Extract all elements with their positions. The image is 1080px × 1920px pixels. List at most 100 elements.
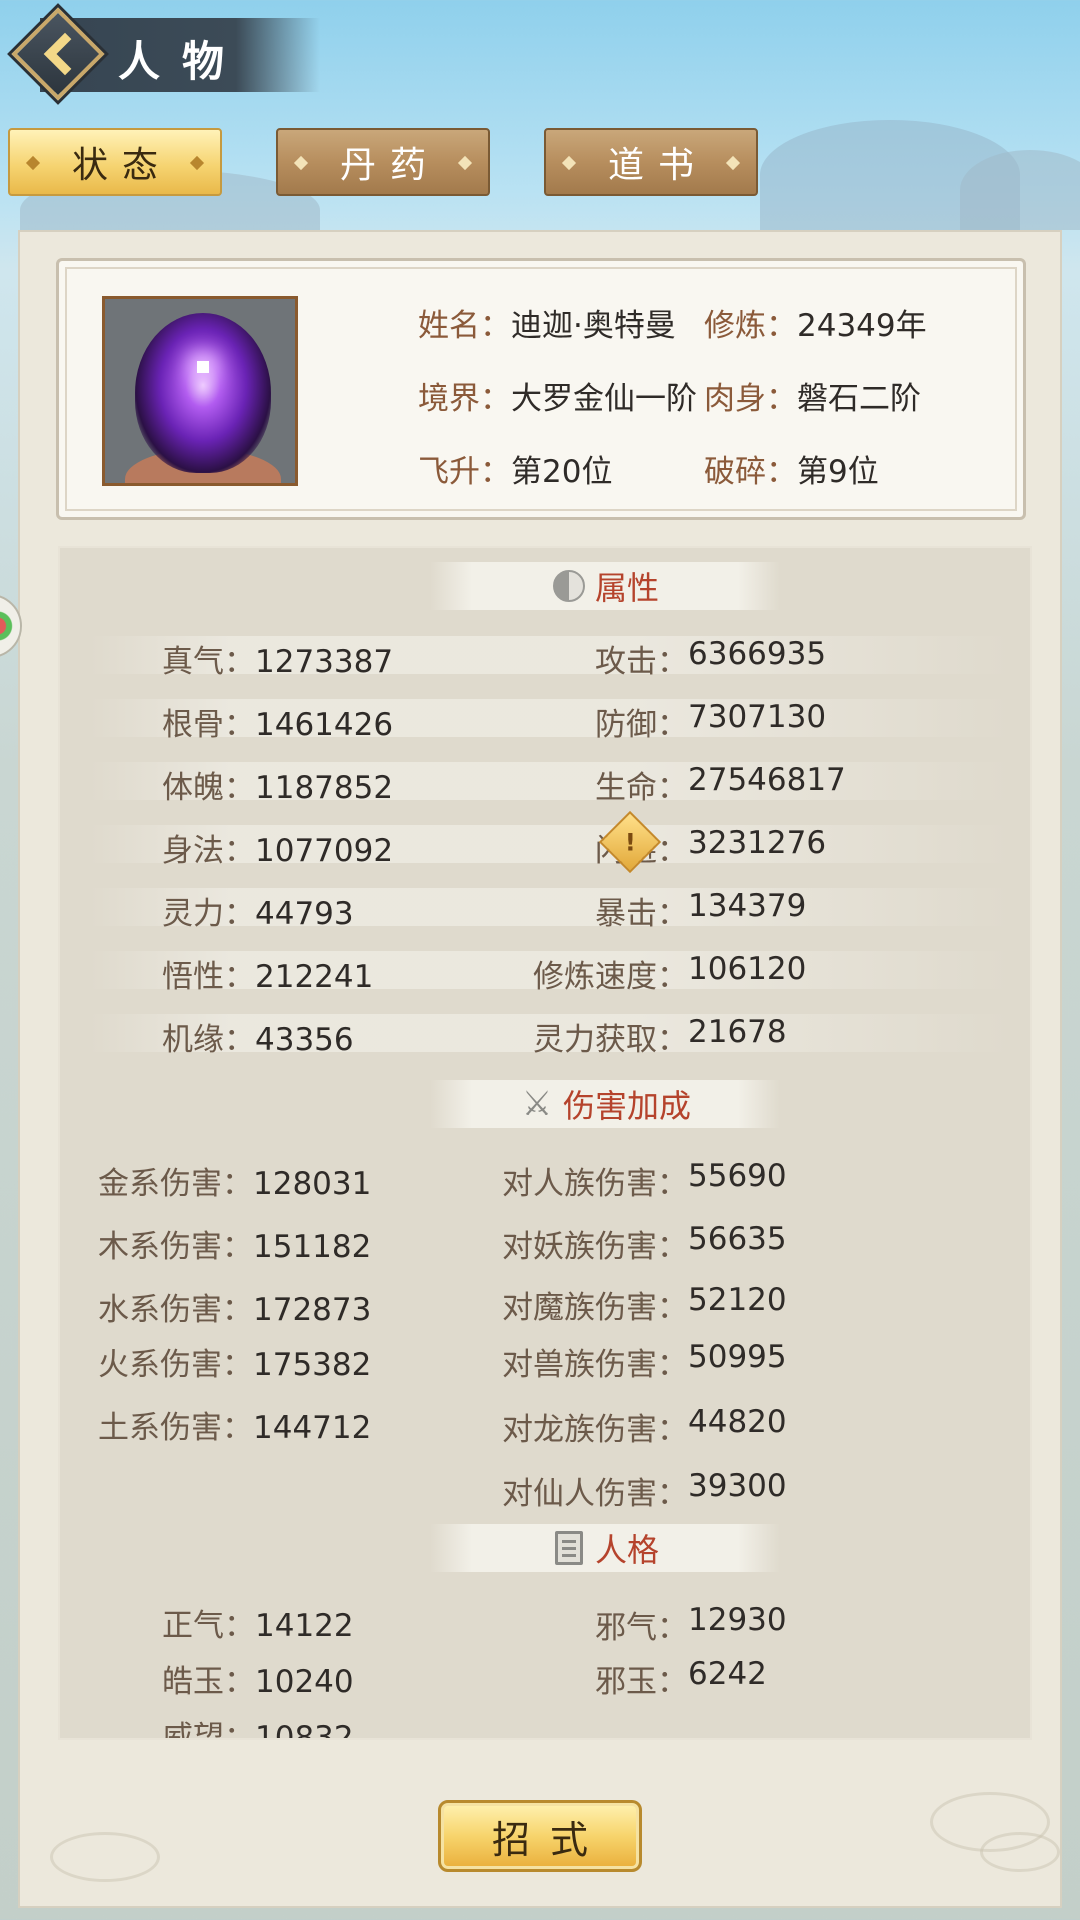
tab-label: 状态	[71, 145, 172, 186]
avatar-mask	[135, 313, 271, 473]
cloud-ornament	[50, 1832, 160, 1882]
separator: ：	[657, 1290, 688, 1326]
section-header-attributes: 属性	[430, 562, 780, 610]
stat-value: 1187852	[255, 770, 394, 806]
tab-label: 丹药	[339, 145, 440, 186]
stat-value: 172873	[253, 1292, 372, 1328]
skills-button[interactable]: 招式	[438, 1800, 642, 1872]
stat-shengming-value: 27546817	[688, 762, 846, 798]
stat-baoji-label: 暴击：	[595, 888, 688, 933]
stat-shenfa: 身法：1077092	[162, 825, 393, 870]
stat-label: 根骨	[162, 707, 224, 743]
separator: ：	[657, 1610, 688, 1646]
profile-realm-value: 大罗金仙一阶	[511, 381, 697, 417]
stat-label: 对仙人伤害	[502, 1476, 657, 1512]
profile-body: 肉身：磐石二阶	[704, 373, 921, 418]
damage-beast-value: 50995	[688, 1339, 787, 1375]
tab-books[interactable]: 道书	[544, 128, 758, 196]
profile-name-label: 姓名	[418, 308, 480, 344]
personality-xieqi-label: 邪气：	[595, 1602, 688, 1647]
stat-label: 对妖族伤害	[502, 1229, 657, 1265]
page-title: 人物	[118, 37, 247, 86]
separator: ：	[224, 1608, 255, 1644]
tab-label: 道书	[607, 145, 708, 186]
document-icon	[551, 1530, 587, 1566]
separator: ：	[766, 381, 797, 417]
stat-label: 防御	[595, 707, 657, 743]
stat-lingli: 灵力：44793	[162, 888, 354, 933]
attribute-panel: 属性 真气：1273387 根骨：1461426 体魄：1187852 身法：1…	[58, 546, 1032, 1740]
damage-fire: 火系伤害：175382	[98, 1339, 371, 1384]
stat-label: 修炼速度	[533, 959, 657, 995]
separator: ：	[657, 959, 688, 995]
stat-label: 真气	[162, 644, 224, 680]
stat-wuxing: 悟性：212241	[162, 951, 373, 996]
separator: ：	[657, 1229, 688, 1265]
separator: ：	[224, 644, 255, 680]
separator: ：	[224, 770, 255, 806]
back-button[interactable]	[11, 7, 105, 101]
avatar[interactable]	[102, 296, 298, 486]
diamond-ornament-icon	[457, 155, 473, 171]
profile-shatter-value: 第9位	[797, 454, 879, 490]
separator: ：	[480, 308, 511, 344]
profile-realm: 境界：大罗金仙一阶	[418, 373, 697, 418]
stat-label: 土系伤害	[98, 1410, 222, 1446]
stat-label: 木系伤害	[98, 1229, 222, 1265]
stat-gengu: 根骨：1461426	[162, 699, 393, 744]
section-header-personality: 人格	[430, 1524, 780, 1572]
section-title: 伤害加成	[562, 1087, 691, 1125]
stat-label: 对龙族伤害	[502, 1412, 657, 1448]
damage-demon-label: 对妖族伤害：	[502, 1221, 688, 1266]
profile-cultivate-value: 24349年	[797, 308, 927, 344]
separator: ：	[224, 1664, 255, 1700]
damage-beast-label: 对兽族伤害：	[502, 1339, 688, 1384]
stat-value: 175382	[253, 1347, 372, 1383]
crossed-swords-icon: ⚔	[521, 1084, 553, 1124]
stat-shengming-label: 生命：	[595, 762, 688, 807]
profile-shatter: 破碎：第9位	[704, 446, 879, 491]
separator: ：	[224, 833, 255, 869]
section-header-damage: ⚔ 伤害加成	[430, 1080, 780, 1128]
profile-body-value: 磐石二阶	[797, 381, 921, 417]
profile-realm-label: 境界	[418, 381, 480, 417]
stat-value: 1461426	[255, 707, 394, 743]
separator: ：	[222, 1410, 253, 1446]
stat-label: 对兽族伤害	[502, 1347, 657, 1383]
profile-ascend: 飞升：第20位	[418, 446, 612, 491]
damage-demon-value: 56635	[688, 1221, 787, 1257]
stat-value: 144712	[253, 1410, 372, 1446]
stat-fangyu-label: 防御：	[595, 699, 688, 744]
separator: ：	[224, 959, 255, 995]
page-header: 人物	[0, 0, 340, 101]
separator: ：	[224, 707, 255, 743]
stat-gongji-value: 6366935	[688, 636, 827, 672]
stat-label: 机缘	[162, 1022, 224, 1058]
stat-label: 灵力获取	[533, 1022, 657, 1058]
personality-xieyu-value: 6242	[688, 1656, 767, 1692]
stat-value: 10832	[255, 1720, 354, 1740]
tab-status[interactable]: 状态	[8, 128, 222, 196]
damage-devil-value: 52120	[688, 1282, 787, 1318]
stat-linglihuoqu-value: 21678	[688, 1014, 787, 1050]
separator: ：	[657, 1412, 688, 1448]
stat-label: 对人族伤害	[502, 1166, 657, 1202]
damage-dragon-label: 对龙族伤害：	[502, 1404, 688, 1449]
tab-pills[interactable]: 丹药	[276, 128, 490, 196]
personality-xieqi-value: 12930	[688, 1602, 787, 1638]
stat-xiulian-value: 106120	[688, 951, 807, 987]
stat-shanbi-value: 3231276	[688, 825, 827, 861]
diamond-ornament-icon	[561, 155, 577, 171]
damage-earth: 土系伤害：144712	[98, 1402, 371, 1447]
diamond-ornament-icon	[25, 155, 41, 171]
stat-label: 金系伤害	[98, 1166, 222, 1202]
stat-label: 体魄	[162, 770, 224, 806]
stat-value: 1273387	[255, 644, 394, 680]
profile-name-value: 迪迦·奥特曼	[511, 308, 676, 344]
avatar-glow	[197, 361, 209, 373]
profile-cultivate: 修炼：24349年	[704, 300, 927, 345]
separator: ：	[766, 454, 797, 490]
separator: ：	[657, 1476, 688, 1512]
profile-body-label: 肉身	[704, 381, 766, 417]
separator: ：	[657, 1664, 688, 1700]
